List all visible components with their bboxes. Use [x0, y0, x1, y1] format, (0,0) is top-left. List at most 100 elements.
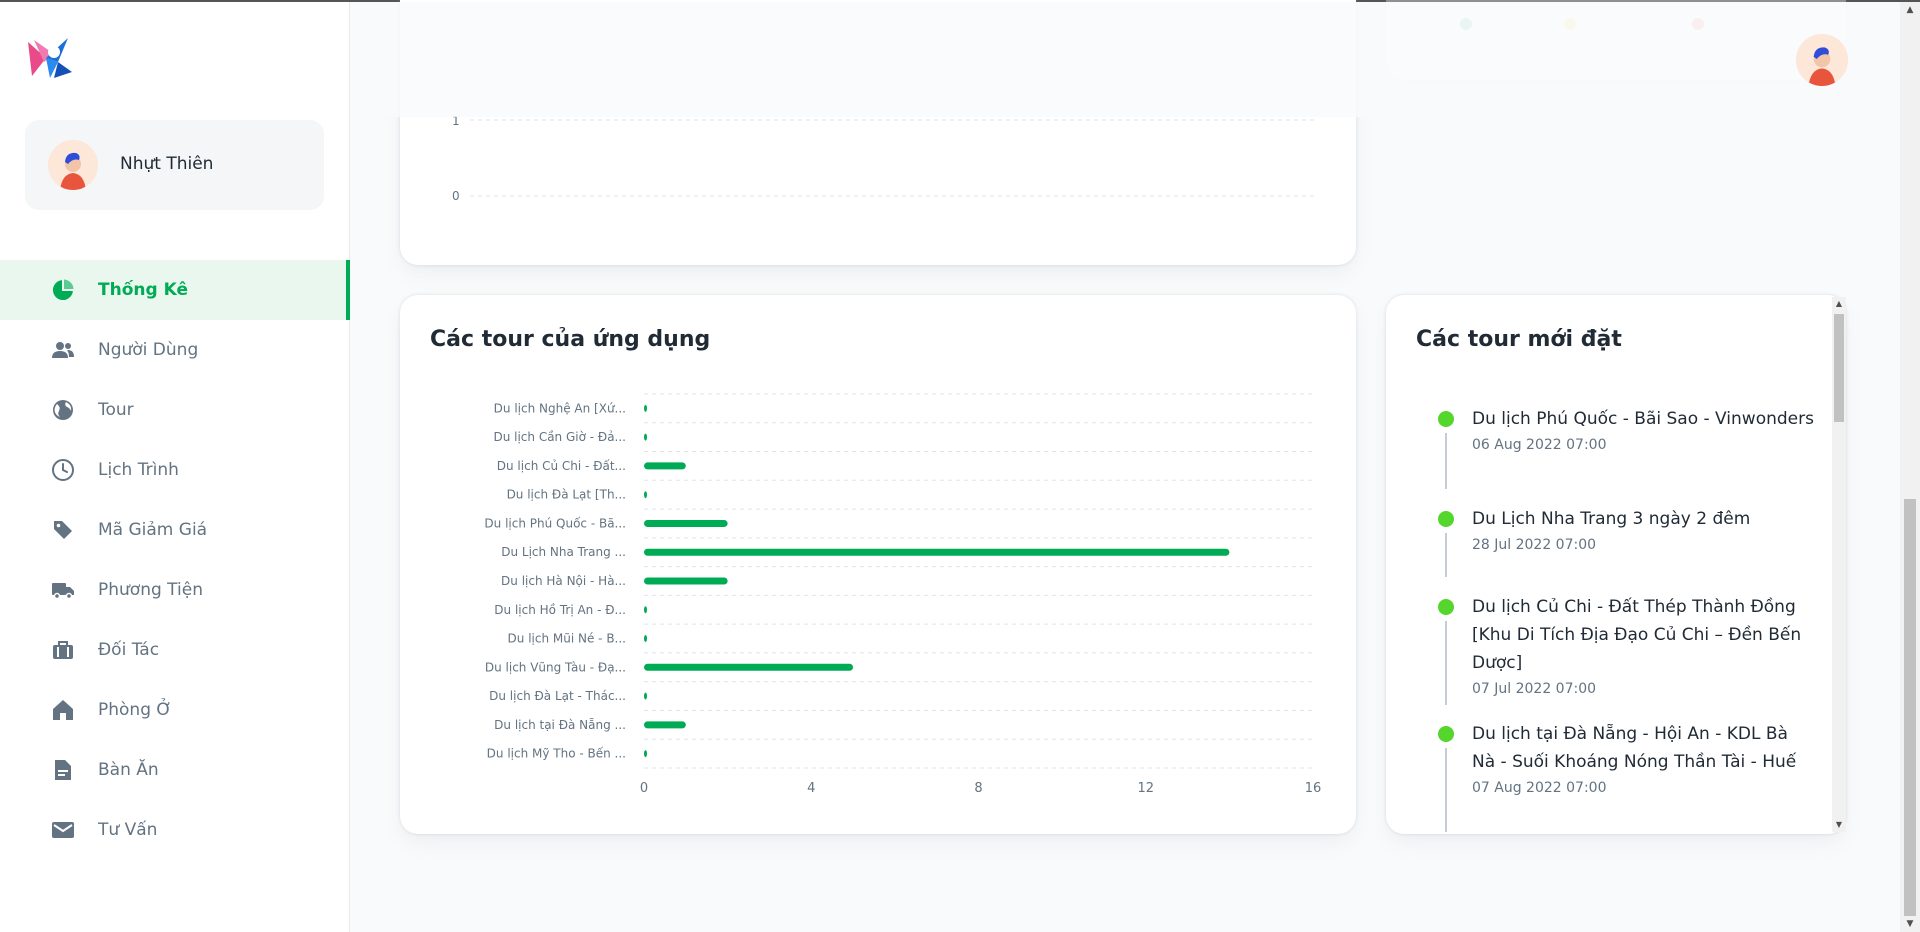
bar-label: Du lịch Hồ Trị An - Đ...	[494, 603, 626, 617]
sidebar-item-label: Tour	[98, 400, 134, 420]
document-icon	[50, 757, 76, 783]
bar-label: Du lịch Cần Giờ - Đả...	[493, 430, 626, 444]
timeline-dot	[1438, 726, 1454, 742]
briefcase-icon	[50, 637, 76, 663]
tours-bar-chart: Du lịch Nghệ An [Xứ... Du lịch Cần Giờ - …	[484, 393, 1322, 796]
sidebar-item-label: Thống Kê	[98, 280, 188, 300]
card-title: Các tour mới đặt	[1416, 327, 1622, 352]
bar	[644, 519, 728, 527]
bar	[644, 721, 686, 729]
bar	[644, 692, 647, 700]
scrollbar-thumb[interactable]	[1834, 314, 1844, 422]
bar-label: Du lịch Hà Nội - Hà...	[501, 574, 626, 588]
bar-label: Du lịch Mỹ Tho - Bến ...	[487, 747, 626, 761]
bar	[644, 462, 686, 470]
timeline-item-time: 07 Aug 2022 07:00	[1472, 780, 1607, 796]
sidebar-item-label: Lịch Trình	[98, 460, 179, 480]
bar-label: Du lịch Vũng Tàu - Đạ...	[485, 660, 626, 674]
sidebar-item-label: Mã Giảm Giá	[98, 520, 208, 540]
account-card[interactable]: Nhựt Thiên	[25, 120, 324, 210]
scroll-up-arrow-icon[interactable]: ▲	[1832, 297, 1846, 311]
sidebar-item-label: Bàn Ăn	[98, 760, 159, 780]
bar	[644, 663, 854, 671]
bar	[644, 750, 647, 758]
top-chart-tick-label: 0	[452, 189, 460, 203]
bar-label: Du lịch Củ Chi - Đất...	[497, 459, 626, 473]
header-avatar[interactable]	[1796, 34, 1848, 86]
timeline-item[interactable]: Du Lịch Nha Trang 3 ngày 2 đêm 28 Jul 20…	[1416, 505, 1816, 593]
scroll-down-arrow-icon[interactable]: ▼	[1832, 818, 1846, 832]
scroll-up-arrow-icon[interactable]: ▲	[1900, 2, 1920, 18]
bar	[644, 577, 728, 585]
pie-chart-icon	[50, 277, 76, 303]
account-name: Nhựt Thiên	[120, 154, 214, 174]
sidebar-item-label: Người Dùng	[98, 340, 199, 360]
tours-chart-card: Các tour của ứng dụng Du lịch Nghệ An [X…	[400, 295, 1356, 834]
timeline-connector	[1445, 621, 1447, 705]
scroll-down-arrow-icon[interactable]: ▼	[1900, 916, 1920, 932]
bar-label: Du lịch Đà Lạt [Th...	[507, 488, 626, 502]
timeline-item-title: Du Lịch Nha Trang 3 ngày 2 đêm	[1472, 509, 1751, 529]
page-scrollbar[interactable]: ▲ ▼	[1900, 2, 1920, 932]
sidebar-item-tu-van[interactable]: Tư Vấn	[0, 800, 350, 860]
x-tick-label: 4	[807, 781, 815, 796]
sidebar-item-phuong-tien[interactable]: Phương Tiện	[0, 560, 350, 620]
timeline-item-time: 07 Jul 2022 07:00	[1472, 681, 1597, 697]
timeline-dot	[1438, 411, 1454, 427]
home-icon	[50, 697, 76, 723]
timeline-item[interactable]: Du lịch Phú Quốc - Bãi Sao - Vinwonders …	[1416, 405, 1816, 505]
sidebar-item-nguoi-dung[interactable]: Người Dùng	[0, 320, 350, 380]
bar-label: Du lịch Mũi Né - B...	[508, 632, 626, 646]
bar	[644, 433, 647, 441]
timeline-connector	[1445, 748, 1447, 832]
bar-label: Du lịch tại Đà Nẵng ...	[494, 718, 626, 732]
timeline-item-title: Du lịch Phú Quốc - Bãi Sao - Vinwonders	[1472, 409, 1814, 429]
timeline-item-time: 06 Aug 2022 07:00	[1472, 437, 1607, 453]
bar-label: Du Lịch Nha Trang ...	[501, 545, 626, 559]
sidebar-item-ma-giam-gia[interactable]: Mã Giảm Giá	[0, 500, 350, 560]
sidebar-item-ban-an[interactable]: Bàn Ăn	[0, 740, 350, 800]
scrollbar-thumb[interactable]	[1904, 499, 1916, 916]
timeline-item[interactable]: Du lịch tại Đà Nẵng - Hội An - KDL Bà Nà…	[1416, 720, 1816, 834]
recent-tours-card: Các tour mới đặt Du lịch Phú Quốc - Bãi …	[1386, 295, 1846, 834]
timeline-dot	[1438, 599, 1454, 615]
bar	[644, 404, 647, 412]
x-tick-label: 8	[974, 781, 982, 796]
app-logo[interactable]	[24, 32, 76, 84]
sidebar-item-thong-ke[interactable]: Thống Kê	[0, 260, 350, 320]
bar	[644, 491, 647, 499]
bar	[644, 548, 1230, 556]
timeline-connector	[1445, 433, 1447, 489]
sidebar-nav: Thống Kê Người Dùng Tour Lịch Trình Mã G…	[0, 260, 350, 860]
bar-label: Du lịch Phú Quốc - Bã...	[484, 516, 626, 530]
people-icon	[50, 337, 76, 363]
sidebar-item-phong-o[interactable]: Phòng Ở	[0, 680, 350, 740]
bar	[644, 606, 647, 614]
x-tick-label: 12	[1137, 781, 1154, 796]
x-tick-label: 16	[1305, 781, 1322, 796]
sidebar-item-doi-tac[interactable]: Đối Tác	[0, 620, 350, 680]
recent-tours-scrollbar[interactable]: ▲ ▼	[1832, 297, 1846, 832]
recent-tours-timeline: Du lịch Phú Quốc - Bãi Sao - Vinwonders …	[1416, 405, 1816, 834]
sidebar: Nhựt Thiên Thống Kê Người Dùng Tour Lịch…	[0, 2, 350, 932]
sidebar-item-label: Tư Vấn	[98, 820, 158, 840]
sidebar-item-lich-trinh[interactable]: Lịch Trình	[0, 440, 350, 500]
bar-label: Du lịch Nghệ An [Xứ...	[494, 401, 626, 415]
header-backdrop	[350, 2, 1900, 117]
truck-icon	[50, 577, 76, 603]
timeline-dot	[1438, 511, 1454, 527]
avatar	[48, 140, 98, 190]
x-tick-label: 0	[640, 781, 648, 796]
bar	[644, 635, 647, 643]
timeline-connector	[1445, 533, 1447, 577]
sidebar-item-label: Phương Tiện	[98, 580, 203, 600]
sidebar-item-tour[interactable]: Tour	[0, 380, 350, 440]
tag-icon	[50, 517, 76, 543]
timeline-item-title: Du lịch tại Đà Nẵng - Hội An - KDL Bà Nà…	[1472, 724, 1797, 772]
sidebar-item-label: Đối Tác	[98, 640, 160, 660]
timeline-item[interactable]: Du lịch Củ Chi - Đất Thép Thành Đồng [Kh…	[1416, 593, 1816, 720]
clock-icon	[50, 457, 76, 483]
globe-icon	[50, 397, 76, 423]
timeline-item-title: Du lịch Củ Chi - Đất Thép Thành Đồng [Kh…	[1472, 597, 1802, 673]
mail-icon	[50, 817, 76, 843]
